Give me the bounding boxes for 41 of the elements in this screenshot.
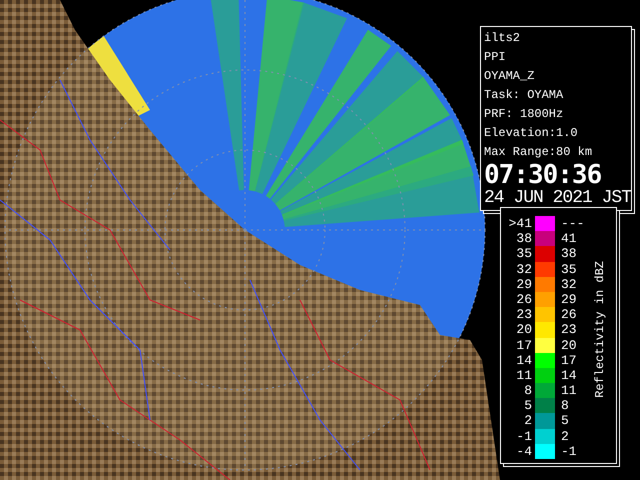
legend-value: --- — [560, 216, 586, 232]
legend-value: >41 — [508, 216, 533, 232]
legend-value: 14 — [560, 368, 578, 384]
legend-value: -1 — [515, 428, 533, 444]
legend-value: 2 — [523, 413, 533, 429]
info-text: Elevation:1.0 — [484, 125, 579, 142]
info-text: PRF: 1800Hz — [484, 106, 564, 123]
legend-value: 11 — [560, 383, 578, 398]
legend-value: 38 — [515, 231, 533, 246]
info-text: OYAMA_Z — [484, 68, 536, 85]
legend-value: 41 — [560, 231, 578, 246]
info-text: PPI — [484, 49, 507, 66]
legend-value: 26 — [560, 307, 578, 322]
time-text: 07:30:36 — [484, 162, 602, 188]
legend-value: 8 — [560, 398, 570, 414]
legend-value: 5 — [560, 413, 570, 429]
info-text: Task: OYAMA — [484, 87, 564, 104]
legend-value: 11 — [515, 368, 533, 384]
legend-value: 35 — [515, 246, 533, 262]
legend-value: 14 — [515, 352, 533, 368]
legend-value: 2 — [560, 428, 570, 444]
legend-value: 29 — [515, 276, 533, 292]
legend-value: 38 — [560, 246, 578, 262]
legend-value: 20 — [560, 338, 578, 353]
info-text: ilts2 — [484, 30, 522, 47]
legend-value: 35 — [560, 262, 578, 277]
legend-value: -1 — [560, 444, 578, 459]
legend-value: 29 — [560, 292, 578, 308]
legend-value: 8 — [523, 383, 533, 398]
legend-title: Reflectivity in dBZ — [593, 261, 607, 398]
legend-value: 23 — [560, 322, 578, 338]
legend-value: -4 — [515, 444, 533, 459]
info-text: Max Range:80 km — [484, 144, 594, 161]
legend-value: 20 — [515, 322, 533, 338]
legend-value: 23 — [515, 307, 533, 322]
legend-value: 17 — [515, 338, 533, 353]
legend-value: 17 — [560, 352, 578, 368]
legend-value: 32 — [515, 262, 533, 277]
legend-value: 26 — [515, 292, 533, 308]
legend-value: 5 — [523, 398, 533, 414]
legend-value: 32 — [560, 276, 578, 292]
